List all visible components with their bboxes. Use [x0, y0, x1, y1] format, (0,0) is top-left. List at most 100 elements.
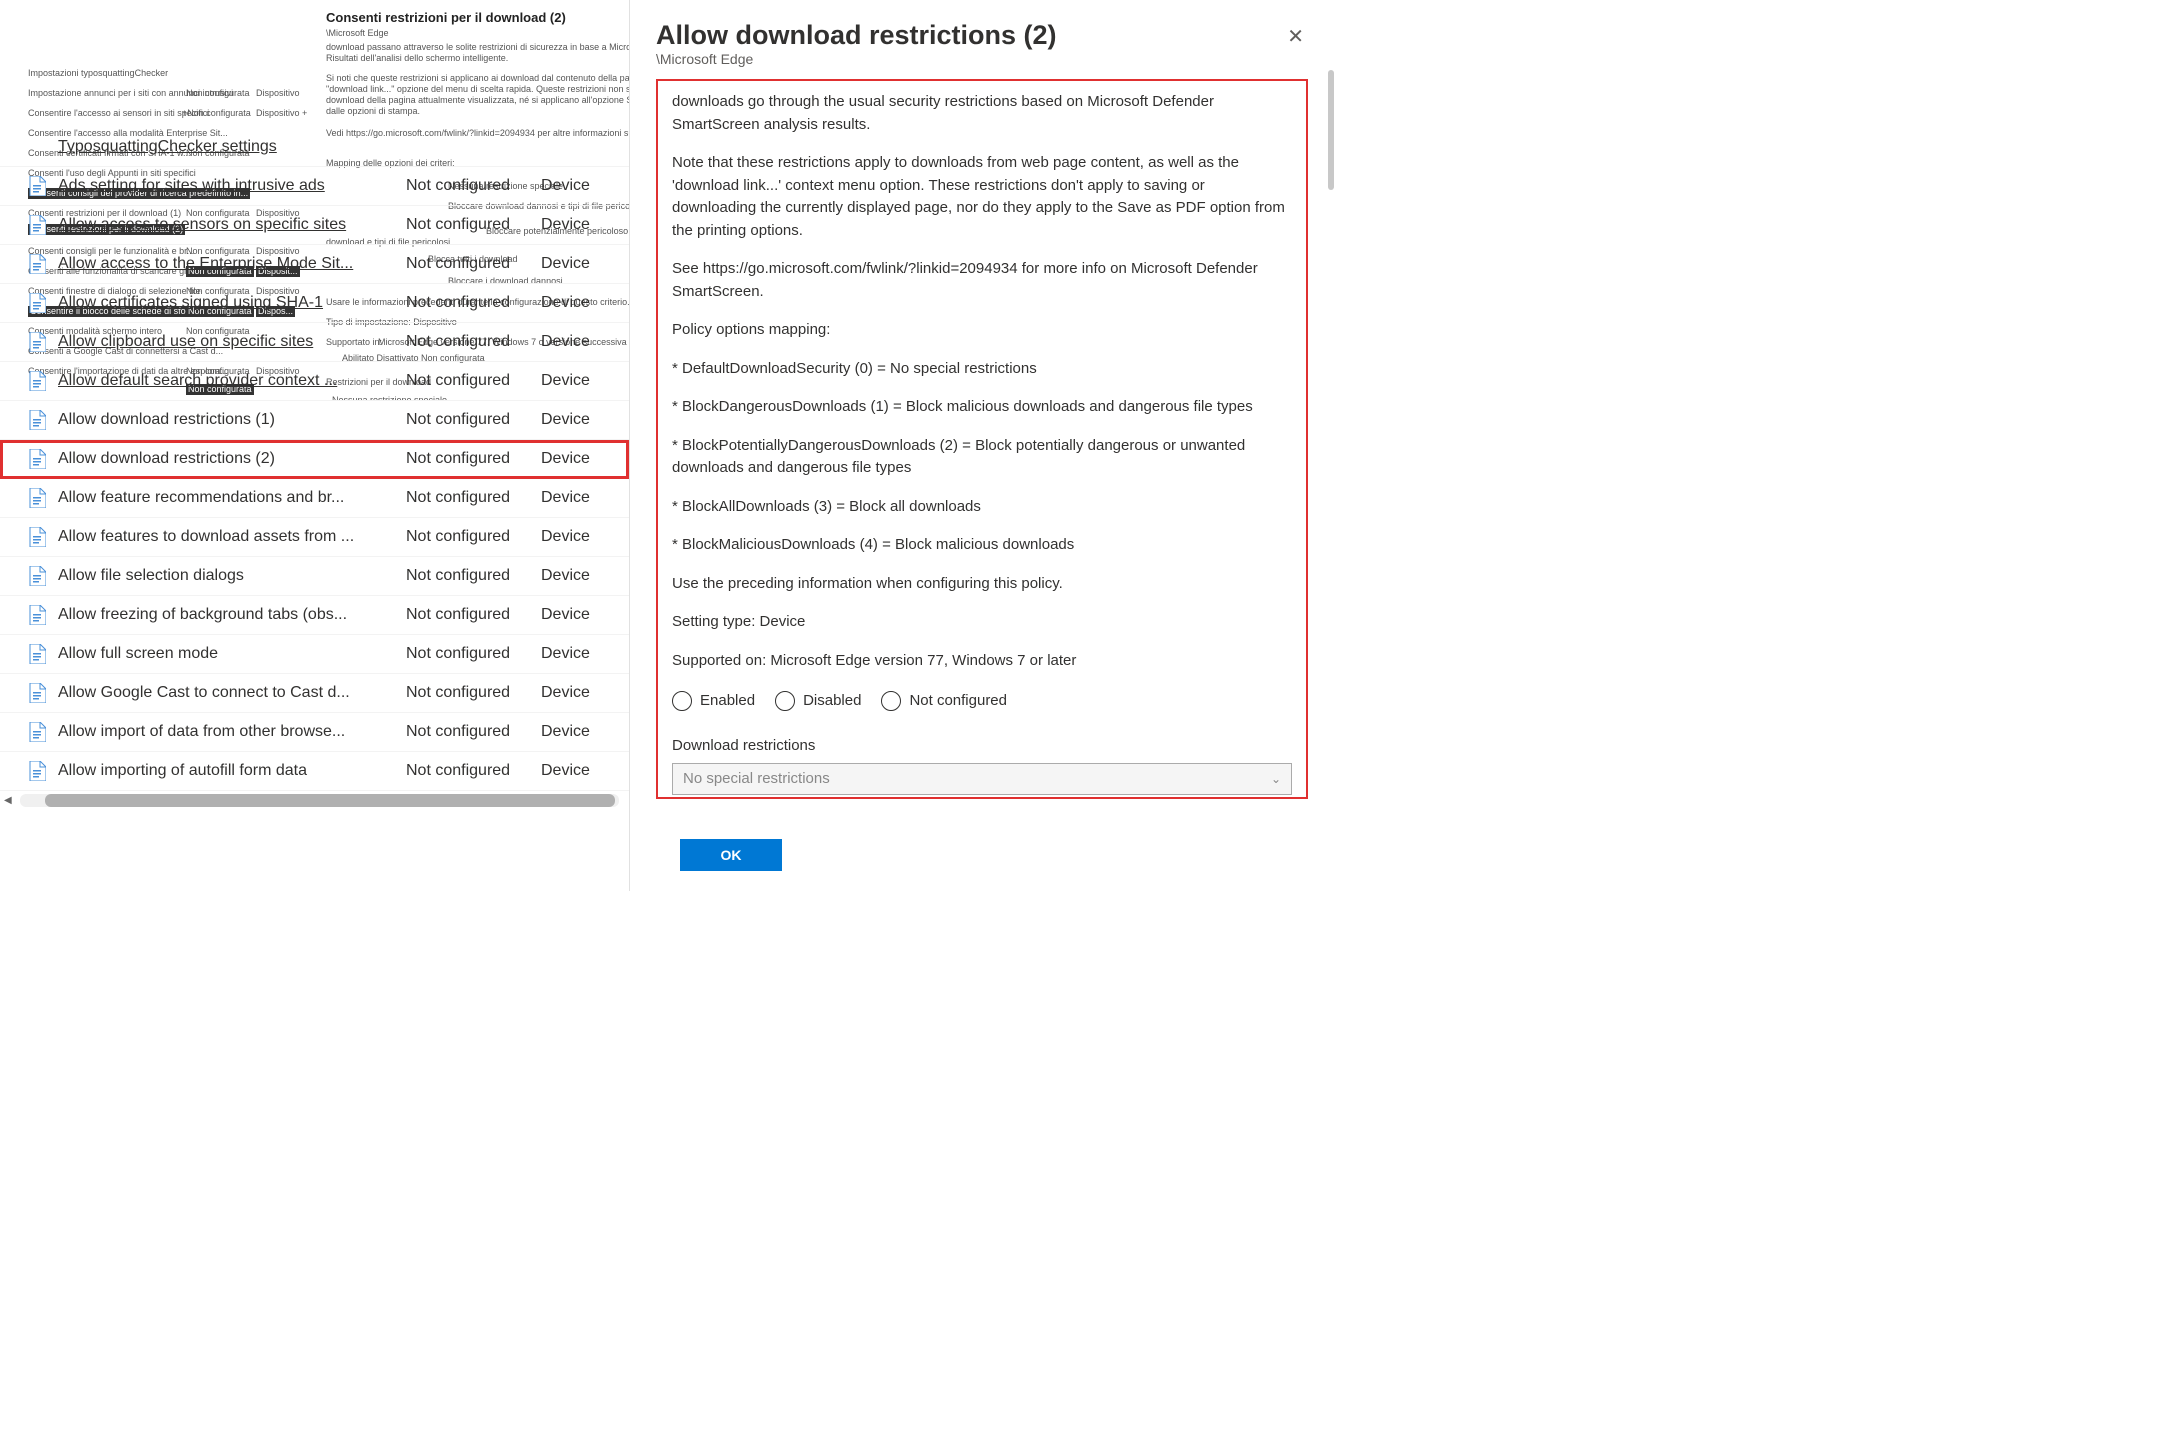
radio-disabled[interactable]: Disabled [775, 690, 861, 713]
policy-state: Not configured [406, 177, 541, 195]
supported-on: Supported on: Microsoft Edge version 77,… [672, 650, 1292, 673]
dropdown-value: No special restrictions [683, 768, 830, 791]
document-icon [28, 137, 46, 157]
close-icon[interactable]: ✕ [1283, 20, 1308, 53]
opt2: * BlockPotentiallyDangerousDownloads (2)… [672, 435, 1292, 480]
document-icon [28, 293, 46, 313]
radio-circle-icon [775, 691, 795, 711]
ghost-g1: download passano attraverso le solite re… [326, 42, 630, 53]
scroll-left-arrow[interactable]: ◀ [4, 795, 12, 806]
policy-state: Not configured [406, 567, 541, 585]
policy-state: Not configured [406, 684, 541, 702]
detail-subtitle: \Microsoft Edge [656, 51, 1057, 67]
policy-row[interactable]: Ads setting for sites with intrusive ads… [0, 167, 629, 206]
body-p4: Policy options mapping: [672, 319, 1292, 342]
policy-state: Not configured [406, 372, 541, 390]
policy-scope: Device [541, 177, 621, 195]
policy-name: Allow features to download assets from .… [58, 528, 406, 546]
policy-row[interactable]: Allow default search provider context ..… [0, 362, 629, 401]
ghost-s1: Impostazioni typosquattingChecker [28, 68, 168, 79]
policy-name: Allow download restrictions (1) [58, 411, 406, 429]
body-p5: Use the preceding information when confi… [672, 573, 1292, 596]
policy-row[interactable]: TyposquattingChecker settings [0, 128, 629, 167]
body-p1: downloads go through the usual security … [672, 91, 1292, 136]
policy-scope: Device [541, 528, 621, 546]
policy-row[interactable]: Allow Google Cast to connect to Cast d..… [0, 674, 629, 713]
ghost-g4: "download link..." opzione del menu di s… [326, 84, 630, 95]
policy-row[interactable]: Allow access to the Enterprise Mode Sit.… [0, 245, 629, 284]
ghost-s2c: Dispositivo [256, 88, 300, 99]
policy-row[interactable]: Allow download restrictions (1)Not confi… [0, 401, 629, 440]
opt4: * BlockMaliciousDownloads (4) = Block ma… [672, 534, 1292, 557]
policy-state: Not configured [406, 411, 541, 429]
opt3: * BlockAllDownloads (3) = Block all down… [672, 496, 1292, 519]
radio-disabled-label: Disabled [803, 690, 861, 713]
document-icon [28, 683, 46, 703]
document-icon [28, 566, 46, 586]
policy-scope: Device [541, 489, 621, 507]
ghost-g3: Si noti che queste restrizioni si applic… [326, 73, 630, 84]
policy-scope: Device [541, 255, 621, 273]
policy-name: Allow certificates signed using SHA-1 [58, 294, 406, 312]
policy-scope: Device [541, 372, 621, 390]
policy-scope: Device [541, 450, 621, 468]
document-icon [28, 410, 46, 430]
policy-name: Allow freezing of background tabs (obs..… [58, 606, 406, 624]
policy-scope: Device [541, 762, 621, 780]
ok-button[interactable]: OK [680, 839, 782, 871]
policy-state: Not configured [406, 645, 541, 663]
policy-row[interactable]: Allow clipboard use on specific sitesNot… [0, 323, 629, 362]
policy-row[interactable]: Allow certificates signed using SHA-1Not… [0, 284, 629, 323]
ghost-sub: \Microsoft Edge [326, 28, 389, 39]
scrollbar-thumb[interactable] [45, 794, 615, 807]
detail-body: downloads go through the usual security … [656, 79, 1308, 799]
download-restrictions-dropdown[interactable]: No special restrictions ⌄ [672, 763, 1292, 795]
policy-state: Not configured [406, 606, 541, 624]
policy-name: Allow access to the Enterprise Mode Sit.… [58, 255, 406, 273]
policy-row[interactable]: Allow freezing of background tabs (obs..… [0, 596, 629, 635]
radio-not-configured[interactable]: Not configured [881, 690, 1007, 713]
document-icon [28, 332, 46, 352]
policy-row[interactable]: Allow features to download assets from .… [0, 518, 629, 557]
policy-state: Not configured [406, 762, 541, 780]
radio-enabled-label: Enabled [700, 690, 755, 713]
opt0: * DefaultDownloadSecurity (0) = No speci… [672, 358, 1292, 381]
ghost-s3: Consentire l'accesso ai sensori in siti … [28, 108, 209, 119]
policy-state: Not configured [406, 489, 541, 507]
vertical-scrollbar[interactable] [1328, 70, 1334, 190]
policy-row[interactable]: Allow importing of autofill form dataNot… [0, 752, 629, 791]
document-icon [28, 449, 46, 469]
horizontal-scrollbar[interactable]: ◀ [20, 794, 619, 807]
policy-scope: Device [541, 723, 621, 741]
body-p3: See https://go.microsoft.com/fwlink/?lin… [672, 258, 1292, 303]
document-icon [28, 644, 46, 664]
document-icon [28, 722, 46, 742]
policy-name: Allow access to sensors on specific site… [58, 216, 406, 234]
policy-row[interactable]: Allow file selection dialogsNot configur… [0, 557, 629, 596]
radio-enabled[interactable]: Enabled [672, 690, 755, 713]
document-icon [28, 371, 46, 391]
policy-row[interactable]: Allow download restrictions (2)Not confi… [0, 440, 629, 479]
ghost-title: Consenti restrizioni per il download (2) [326, 10, 566, 26]
policy-scope: Device [541, 567, 621, 585]
policy-row[interactable]: Allow import of data from other browse..… [0, 713, 629, 752]
document-icon [28, 527, 46, 547]
policy-state: Not configured [406, 450, 541, 468]
policy-state: Not configured [406, 723, 541, 741]
ghost-s3c: Dispositivo + [256, 108, 307, 119]
policy-name: Allow importing of autofill form data [58, 762, 406, 780]
policy-row[interactable]: Allow full screen modeNot configuredDevi… [0, 635, 629, 674]
policy-state: Not configured [406, 294, 541, 312]
policy-scope: Device [541, 684, 621, 702]
policy-row[interactable]: Allow feature recommendations and br...N… [0, 479, 629, 518]
policy-state: Not configured [406, 255, 541, 273]
document-icon [28, 176, 46, 196]
radio-circle-icon [672, 691, 692, 711]
policy-name: Allow default search provider context ..… [58, 372, 406, 390]
detail-title: Allow download restrictions (2) [656, 20, 1057, 51]
policy-row[interactable]: Allow access to sensors on specific site… [0, 206, 629, 245]
chevron-down-icon: ⌄ [1271, 770, 1281, 788]
setting-type: Setting type: Device [672, 611, 1292, 634]
policy-name: Allow import of data from other browse..… [58, 723, 406, 741]
policy-name: Ads setting for sites with intrusive ads [58, 177, 406, 195]
